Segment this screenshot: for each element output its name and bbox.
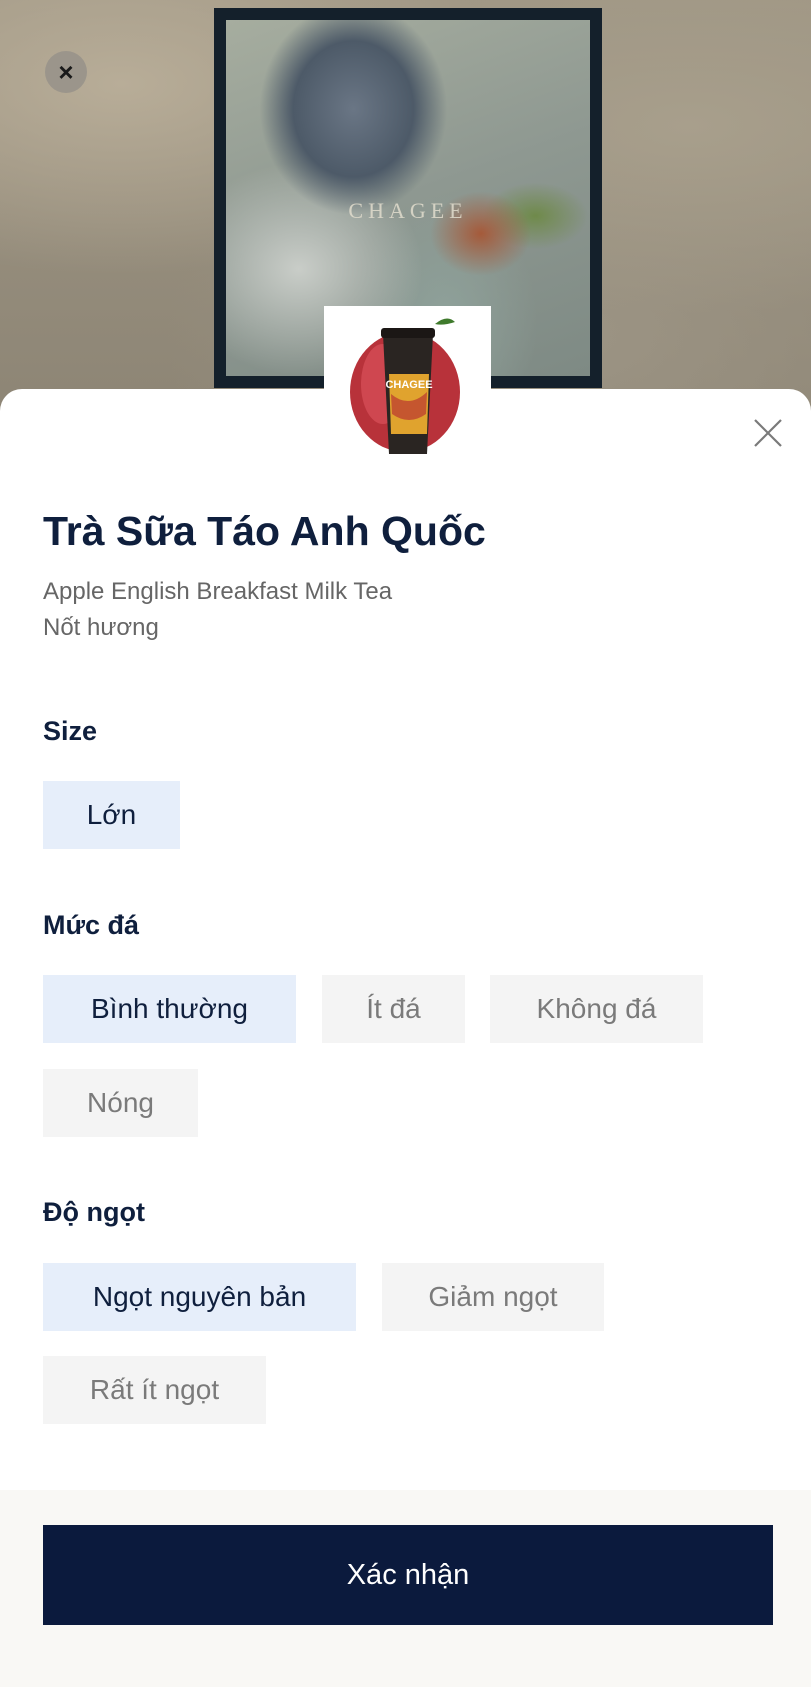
flavor-notes-label: Nốt hương: [43, 614, 159, 641]
product-english-name: Apple English Breakfast Milk Tea: [43, 578, 393, 605]
size-section-title: Size: [43, 716, 98, 746]
option-label: Rất ít ngọt: [89, 1374, 220, 1405]
sheet-close-button[interactable]: [750, 415, 786, 451]
option-label: Ngọt nguyên bản: [92, 1281, 307, 1312]
sweetness-option-reduced[interactable]: Giảm ngọt: [382, 1263, 604, 1331]
cup-brand-label: CHAGEE: [385, 379, 432, 391]
sweetness-option-very-little[interactable]: Rất ít ngọt: [43, 1356, 266, 1424]
sweetness-option-original[interactable]: Ngọt nguyên bản: [43, 1263, 356, 1331]
size-option-large[interactable]: Lớn: [43, 781, 180, 849]
option-label: Ít đá: [366, 993, 421, 1024]
ice-option-none[interactable]: Không đá: [490, 975, 703, 1043]
ice-section-title: Mức đá: [43, 910, 140, 940]
ice-option-less[interactable]: Ít đá: [322, 975, 465, 1043]
option-label: Bình thường: [91, 993, 248, 1024]
option-label: Giảm ngọt: [428, 1281, 558, 1312]
product-name: Trà Sữa Táo Anh Quốc: [43, 508, 486, 554]
sweetness-section-title: Độ ngọt: [43, 1197, 145, 1227]
option-label: Lớn: [86, 799, 137, 830]
ice-option-normal[interactable]: Bình thường: [43, 975, 296, 1043]
background-close-button[interactable]: ×: [45, 51, 87, 93]
option-label: Nóng: [87, 1087, 154, 1118]
confirm-button[interactable]: Xác nhận: [43, 1525, 773, 1625]
milk-tea-cup-with-apple-icon: CHAGEE: [349, 318, 460, 454]
product-image: CHAGEE: [324, 306, 491, 472]
close-icon: [754, 419, 782, 447]
option-label: Không đá: [536, 993, 657, 1024]
brand-watermark: CHAGEE: [348, 198, 468, 223]
close-icon: ×: [58, 56, 74, 87]
ice-option-hot[interactable]: Nóng: [43, 1069, 198, 1137]
